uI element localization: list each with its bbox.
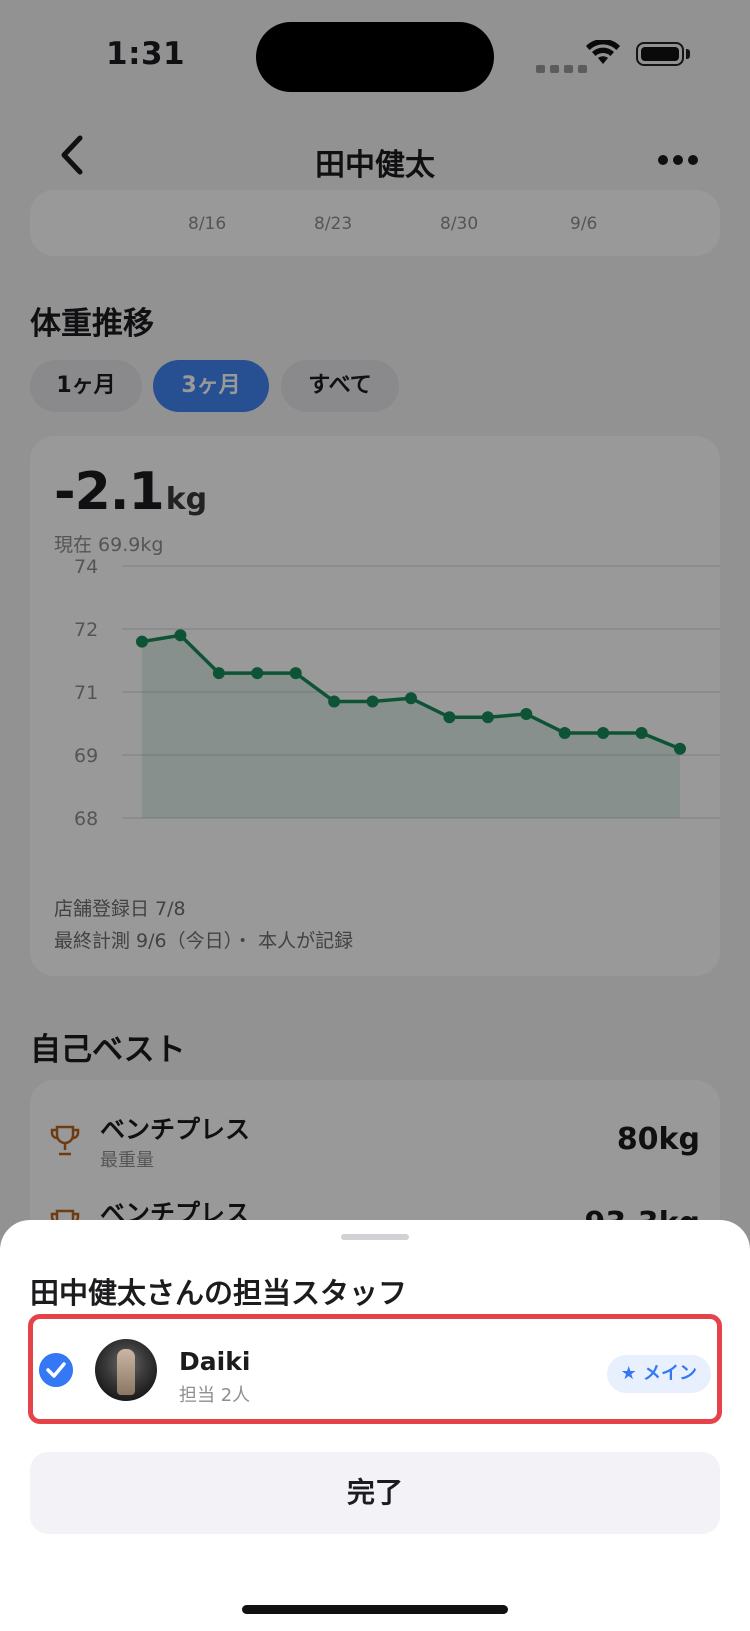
staff-row-daiki[interactable]: Daiki 担当 2人 ★ メイン [28, 1314, 722, 1424]
avatar [95, 1339, 157, 1401]
staff-name: Daiki [179, 1347, 251, 1376]
sheet-title: 田中健太さんの担当スタッフ [30, 1276, 408, 1310]
staff-client-count: 担当 2人 [179, 1385, 251, 1406]
home-indicator[interactable] [242, 1605, 508, 1614]
checkmark-icon[interactable] [39, 1353, 73, 1387]
done-button[interactable]: 完了 [30, 1452, 720, 1534]
sheet-grabber[interactable] [341, 1234, 409, 1240]
main-staff-badge: ★ メイン [606, 1355, 711, 1393]
staff-bottom-sheet: 田中健太さんの担当スタッフ Daiki 担当 2人 ★ メイン 完了 [0, 1220, 750, 1631]
